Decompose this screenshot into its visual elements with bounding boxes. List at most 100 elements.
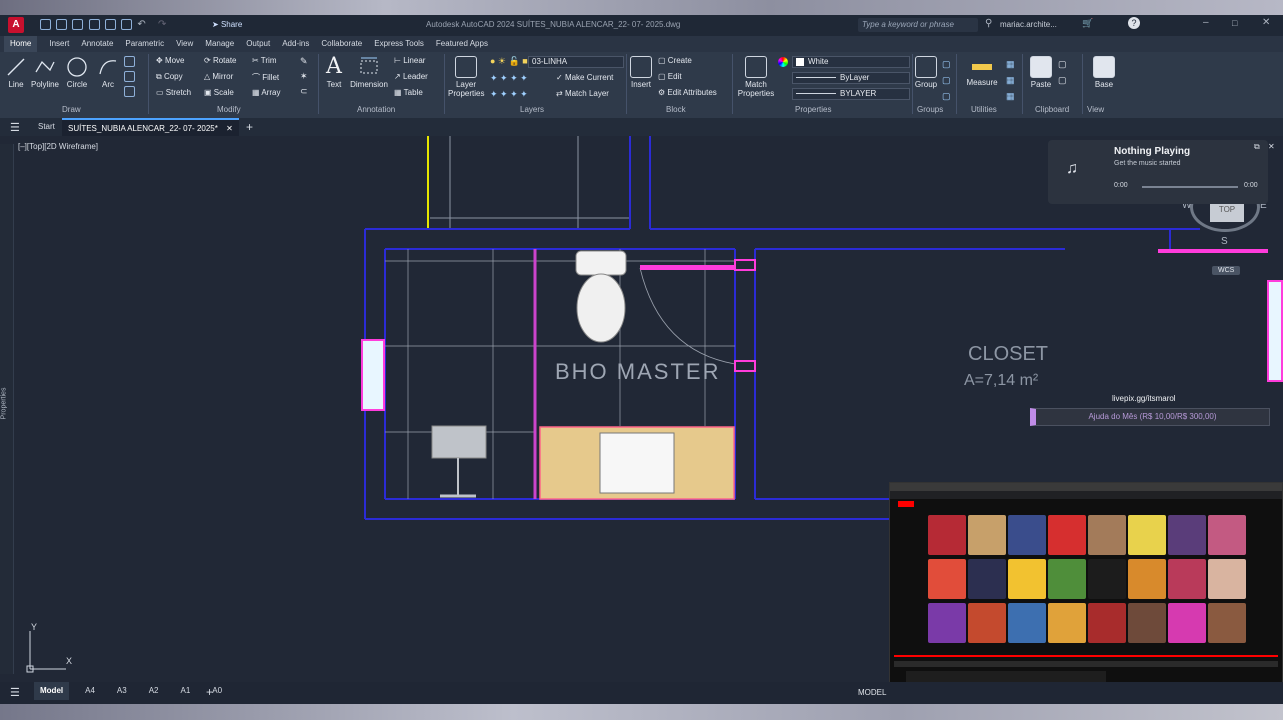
ribbon-tab-express-tools[interactable]: Express Tools [374, 36, 424, 52]
match-properties-button[interactable]: Match Properties [736, 56, 776, 98]
ribbon-tab-collaborate[interactable]: Collaborate [321, 36, 362, 52]
layout-tab-a1[interactable]: A1 [175, 682, 197, 700]
copy-button[interactable]: ⧉ Copy [156, 72, 183, 82]
group-button[interactable]: Group [914, 56, 938, 89]
video-overlay[interactable] [889, 482, 1283, 690]
video-thumbnail[interactable] [1008, 515, 1046, 555]
video-thumbnail[interactable] [1088, 559, 1126, 599]
share-button[interactable]: ➤ Share [212, 20, 242, 29]
search-input[interactable]: Type a keyword or phrase [858, 18, 978, 32]
table-button[interactable]: ▦ Table [394, 88, 423, 97]
ribbon-tab-featured-apps[interactable]: Featured Apps [436, 36, 488, 52]
cart-icon[interactable]: 🛒 [1082, 18, 1093, 29]
video-thumbnail[interactable] [1208, 559, 1246, 599]
rotate-button[interactable]: ⟳ Rotate [204, 56, 237, 65]
linetype-dropdown[interactable]: ByLayer [792, 72, 910, 84]
view-panel-label[interactable]: View [1087, 105, 1104, 114]
video-thumbnail[interactable] [1048, 515, 1086, 555]
video-thumbnail[interactable] [1128, 559, 1166, 599]
make-current-button[interactable]: ✓ Make Current [556, 73, 613, 82]
color-dropdown[interactable]: White [792, 56, 910, 68]
undo-icon[interactable]: ↶ [137, 19, 145, 30]
video-thumbnail[interactable] [1168, 559, 1206, 599]
layer-dropdown[interactable]: 03-LINHA [528, 56, 624, 68]
video-thumbnail[interactable] [1208, 515, 1246, 555]
close-tab-icon[interactable]: ✕ [226, 124, 233, 133]
video-thumbnail[interactable] [1088, 603, 1126, 643]
insert-block-button[interactable]: Insert [628, 56, 654, 89]
redo-icon[interactable]: ↷ [158, 19, 166, 30]
layers-panel-label[interactable]: Layers [520, 105, 544, 114]
maximize-icon[interactable]: □ [1232, 18, 1237, 28]
new-file-icon[interactable] [40, 19, 51, 31]
properties-panel-label[interactable]: Properties [795, 105, 831, 114]
color-wheel-icon[interactable] [778, 57, 788, 67]
layout-menu-icon[interactable]: ☰ [10, 686, 20, 699]
hatch-icon[interactable] [124, 71, 135, 82]
trim-button[interactable]: ✂ Trim [252, 56, 276, 65]
widget-close-icon[interactable]: ✕ [1268, 142, 1275, 151]
explode-icon[interactable]: ✶ [300, 71, 308, 82]
base-view-button[interactable]: Base [1090, 56, 1118, 89]
start-tab[interactable]: Start [38, 122, 55, 131]
video-thumbnail[interactable] [968, 559, 1006, 599]
add-layout-icon[interactable]: + [206, 685, 213, 699]
video-thumbnail[interactable] [968, 603, 1006, 643]
menu-icon[interactable]: ☰ [10, 121, 20, 134]
modify-panel-label[interactable]: Modify [217, 105, 241, 114]
erase-icon[interactable]: ✎ [300, 56, 308, 67]
video-thumbnail[interactable] [928, 515, 966, 555]
circle-button[interactable]: Circle [64, 56, 90, 89]
video-thumbnail[interactable] [1128, 515, 1166, 555]
video-thumbnail[interactable] [968, 515, 1006, 555]
linear-dimension-button[interactable]: ⊢ Linear [394, 56, 425, 65]
video-thumbnail[interactable] [1128, 603, 1166, 643]
new-tab-icon[interactable]: + [246, 120, 253, 134]
rectangle-icon[interactable] [124, 56, 135, 67]
viewcube-south[interactable]: S [1221, 236, 1228, 247]
leader-button[interactable]: ↗ Leader [394, 72, 428, 81]
search-icon[interactable]: ⚲ [985, 18, 992, 29]
layer-properties-button[interactable]: Layer Properties [448, 56, 484, 98]
fillet-button[interactable]: ⌒ Fillet [252, 72, 279, 83]
video-thumbnail[interactable] [1088, 515, 1126, 555]
video-thumbnail[interactable] [928, 603, 966, 643]
move-button[interactable]: ✥ Move [156, 56, 185, 65]
user-name[interactable]: mariac.archite... [1000, 20, 1057, 29]
draw-panel-label[interactable]: Draw [62, 105, 81, 114]
groups-panel-label[interactable]: Groups [917, 105, 943, 114]
ribbon-tab-output[interactable]: Output [246, 36, 270, 52]
save-icon[interactable] [72, 19, 84, 31]
video-thumbnail[interactable] [1168, 515, 1206, 555]
edit-attributes-button[interactable]: ⚙ Edit Attributes [658, 88, 717, 97]
save-as-icon[interactable] [88, 19, 100, 31]
ribbon-tab-parametric[interactable]: Parametric [125, 36, 164, 52]
ribbon-tab-manage[interactable]: Manage [205, 36, 234, 52]
popout-icon[interactable]: ⧉ [1254, 142, 1260, 152]
video-thumbnail[interactable] [1048, 559, 1086, 599]
plot-icon[interactable] [104, 19, 116, 31]
annotation-panel-label[interactable]: Annotation [357, 105, 395, 114]
ribbon-tab-insert[interactable]: Insert [49, 36, 69, 52]
model-space-toggle[interactable]: MODEL [858, 688, 886, 697]
match-layer-button[interactable]: ⇄ Match Layer [556, 89, 609, 98]
offset-icon[interactable]: ⊂ [300, 86, 308, 97]
layout-tab-a3[interactable]: A3 [111, 682, 133, 700]
create-block-button[interactable]: ▢ Create [658, 56, 692, 65]
wcs-menu[interactable]: WCS [1212, 266, 1241, 275]
scale-button[interactable]: ▣ Scale [204, 88, 234, 97]
print-icon[interactable] [121, 19, 133, 31]
layout-tab-model[interactable]: Model [34, 682, 70, 700]
dimension-button[interactable]: Dimension [350, 56, 388, 89]
boundary-icon[interactable] [124, 86, 135, 97]
ribbon-tab-view[interactable]: View [176, 36, 193, 52]
file-tab[interactable]: SUÍTES_NUBIA ALENCAR_22- 07- 2025* ✕ [62, 118, 239, 136]
stretch-button[interactable]: ▭ Stretch [156, 88, 191, 97]
array-button[interactable]: ▦ Array [252, 88, 280, 97]
video-progress-bar[interactable] [894, 655, 1278, 657]
line-button[interactable]: Line [4, 56, 28, 89]
layout-tab-a2[interactable]: A2 [143, 682, 165, 700]
ribbon-tab-annotate[interactable]: Annotate [81, 36, 113, 52]
video-thumbnail[interactable] [1008, 603, 1046, 643]
measure-button[interactable]: Measure [962, 56, 1002, 87]
